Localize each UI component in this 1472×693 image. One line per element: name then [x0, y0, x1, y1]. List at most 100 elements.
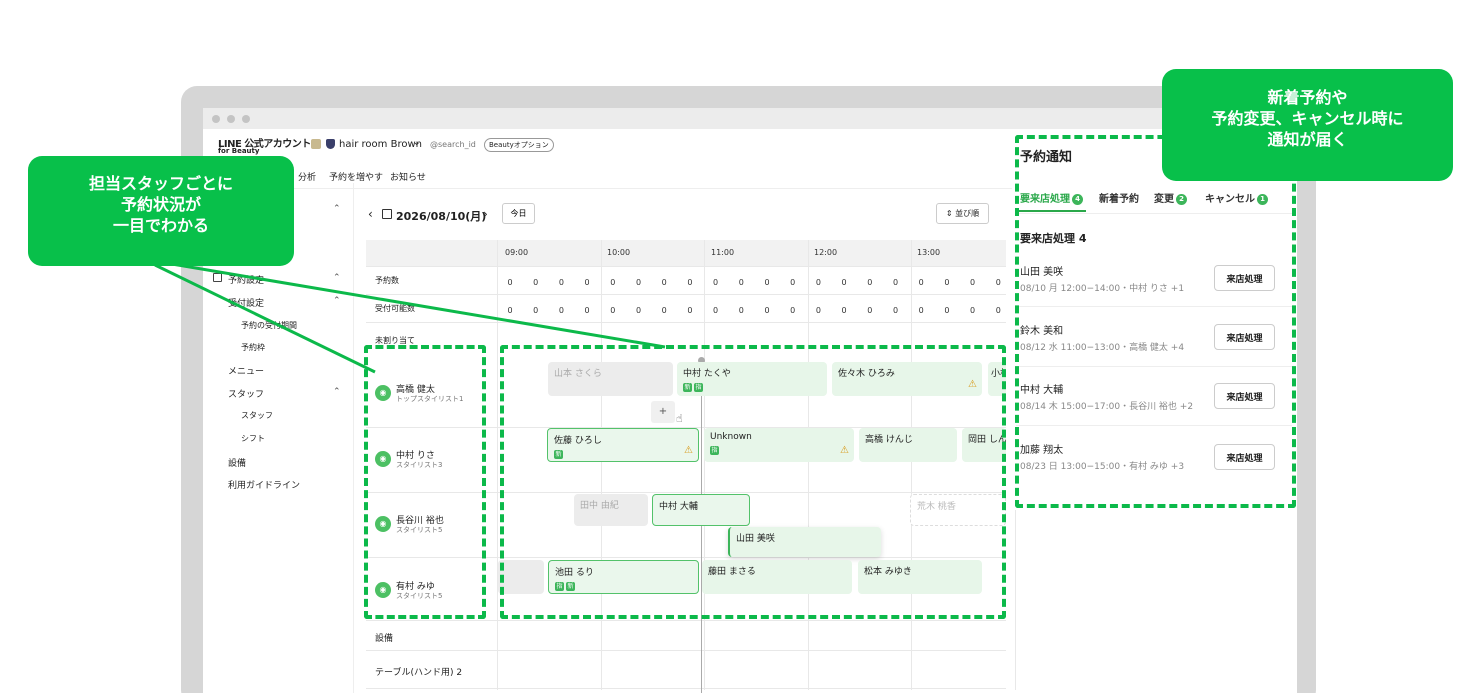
count-cell: 0: [970, 278, 976, 287]
sidebar-section-booking-settings[interactable]: 予約設定: [228, 273, 264, 286]
count-cell: 0: [584, 278, 590, 287]
sidebar-item-staff[interactable]: スタッフ: [228, 387, 264, 400]
equipment-count: 2: [456, 668, 463, 678]
header-divider: [203, 188, 1013, 189]
sidebar-item-reception[interactable]: 受付設定: [228, 296, 264, 309]
sidebar-item-slots[interactable]: 予約枠: [241, 342, 265, 353]
nav-news[interactable]: お知らせ: [390, 170, 426, 183]
count-cell: 0: [635, 306, 642, 315]
count-cell: 0: [995, 278, 1001, 287]
callout-right: 新着予約や 予約変更、キャンセル時に 通知が届く: [1162, 69, 1453, 181]
row-gridline: [366, 266, 1006, 267]
sidebar-item-guidelines[interactable]: 利用ガイドライン: [228, 478, 300, 491]
today-button[interactable]: 今日: [502, 203, 535, 224]
nav-increase-bookings[interactable]: 予約を増やす: [329, 170, 383, 183]
count-cell: 0: [815, 278, 821, 287]
sidebar-item-menu[interactable]: メニュー: [228, 364, 264, 377]
count-cell: 0: [661, 278, 667, 287]
count-cell: 0: [944, 278, 950, 287]
callout-left: 担当スタッフごとに 予約状況が 一目でわかる: [28, 156, 294, 266]
staff-highlight-box: [364, 345, 486, 619]
count-cell: 0: [507, 306, 513, 315]
count-cell: 0: [635, 278, 642, 287]
chevron-up-icon[interactable]: ⌃: [333, 296, 341, 306]
count-cell: 0: [738, 278, 744, 287]
hour-label: 13:00: [917, 248, 941, 257]
count-cell: 0: [995, 306, 1001, 315]
calendar-icon[interactable]: [382, 209, 392, 219]
count-cell: 0: [713, 278, 719, 287]
count-cell: 0: [764, 306, 770, 315]
sidebar-item-equipment[interactable]: 設備: [228, 456, 246, 469]
row-gridline: [366, 620, 1006, 621]
sort-icon: ⇕: [945, 209, 956, 218]
hour-label: 11:00: [711, 248, 735, 257]
count-cell: 0: [892, 306, 899, 315]
sort-label: 並び順: [955, 209, 980, 218]
notification-highlight-box: [1015, 135, 1296, 508]
callout-text: 予約状況が: [120, 194, 201, 214]
schedule-highlight-box: [500, 345, 1006, 619]
sidebar-item-staff-list[interactable]: スタッフ: [241, 410, 273, 421]
timeline-header: [366, 240, 1006, 266]
row-gridline: [366, 650, 1006, 651]
count-cell: 0: [764, 278, 770, 287]
row-gridline: [366, 322, 1006, 323]
hour-label: 09:00: [505, 248, 529, 257]
callout-text: 担当スタッフごとに: [88, 174, 233, 193]
sidebar-divider: [353, 183, 354, 693]
callout-text: 予約変更、キャンセル時に: [1211, 108, 1404, 128]
callout-text: 新着予約や: [1267, 88, 1348, 107]
hour-label: 10:00: [607, 248, 631, 257]
equipment-section-title: 設備: [375, 634, 394, 644]
logo-subtitle: for Beauty: [218, 147, 260, 155]
equipment-row-label: テーブル(ハンド用) 2: [375, 668, 463, 678]
shop-icon: [311, 139, 321, 149]
row-gridline: [366, 294, 1006, 295]
callout-text: 一目でわかる: [112, 215, 209, 235]
prev-day-button[interactable]: ‹: [368, 207, 373, 221]
count-cell: 0: [918, 278, 924, 287]
count-cell: 0: [841, 306, 847, 315]
count-cell: 0: [713, 306, 719, 315]
count-cell: 0: [944, 306, 950, 315]
count-cell: 0: [507, 278, 513, 287]
count-cell: 0: [970, 306, 976, 315]
window-dot: [227, 115, 235, 123]
current-date[interactable]: 2026/08/10(月): [396, 208, 486, 224]
count-cell: 0: [533, 278, 539, 287]
row-label-booking-count: 予約数: [375, 276, 399, 285]
sort-button[interactable]: ⇕ 並び順: [936, 203, 989, 224]
plan-badge: Beautyオプション: [484, 138, 554, 152]
row-label-capacity: 受付可能数: [375, 304, 415, 313]
count-cell: 0: [687, 278, 693, 287]
chevron-up-icon[interactable]: ⌃: [333, 204, 341, 214]
next-day-button[interactable]: ›: [483, 207, 488, 221]
count-cell: 0: [867, 278, 873, 287]
account-name[interactable]: hair room Brown: [339, 139, 422, 150]
sidebar-item-reception-period[interactable]: 予約の受付期間: [241, 320, 297, 331]
account-id: @search_id: [430, 140, 476, 149]
chevron-down-icon[interactable]: ⌄: [413, 138, 421, 148]
chevron-up-icon[interactable]: ⌃: [333, 273, 341, 283]
sidebar-item-shift[interactable]: シフト: [241, 433, 265, 444]
window-dot: [212, 115, 220, 123]
count-cell: 0: [558, 278, 564, 287]
count-cell: 0: [790, 278, 796, 287]
count-cell: 0: [610, 278, 616, 287]
count-cell: 0: [738, 306, 744, 315]
nav-analytics[interactable]: 分析: [298, 170, 316, 183]
count-cell: 0: [687, 306, 693, 315]
chevron-up-icon[interactable]: ⌃: [333, 387, 341, 397]
count-cell: 0: [584, 306, 590, 315]
row-gridline: [366, 688, 1006, 689]
count-cell: 0: [815, 306, 821, 315]
count-cell: 0: [661, 306, 667, 315]
count-cell: 0: [867, 306, 873, 315]
edit-icon: [213, 273, 222, 282]
count-cell: 0: [533, 306, 539, 315]
count-cell: 0: [790, 306, 796, 315]
count-cell: 0: [610, 306, 616, 315]
count-cell: 0: [892, 278, 899, 287]
callout-text: 通知が届く: [1267, 129, 1348, 149]
